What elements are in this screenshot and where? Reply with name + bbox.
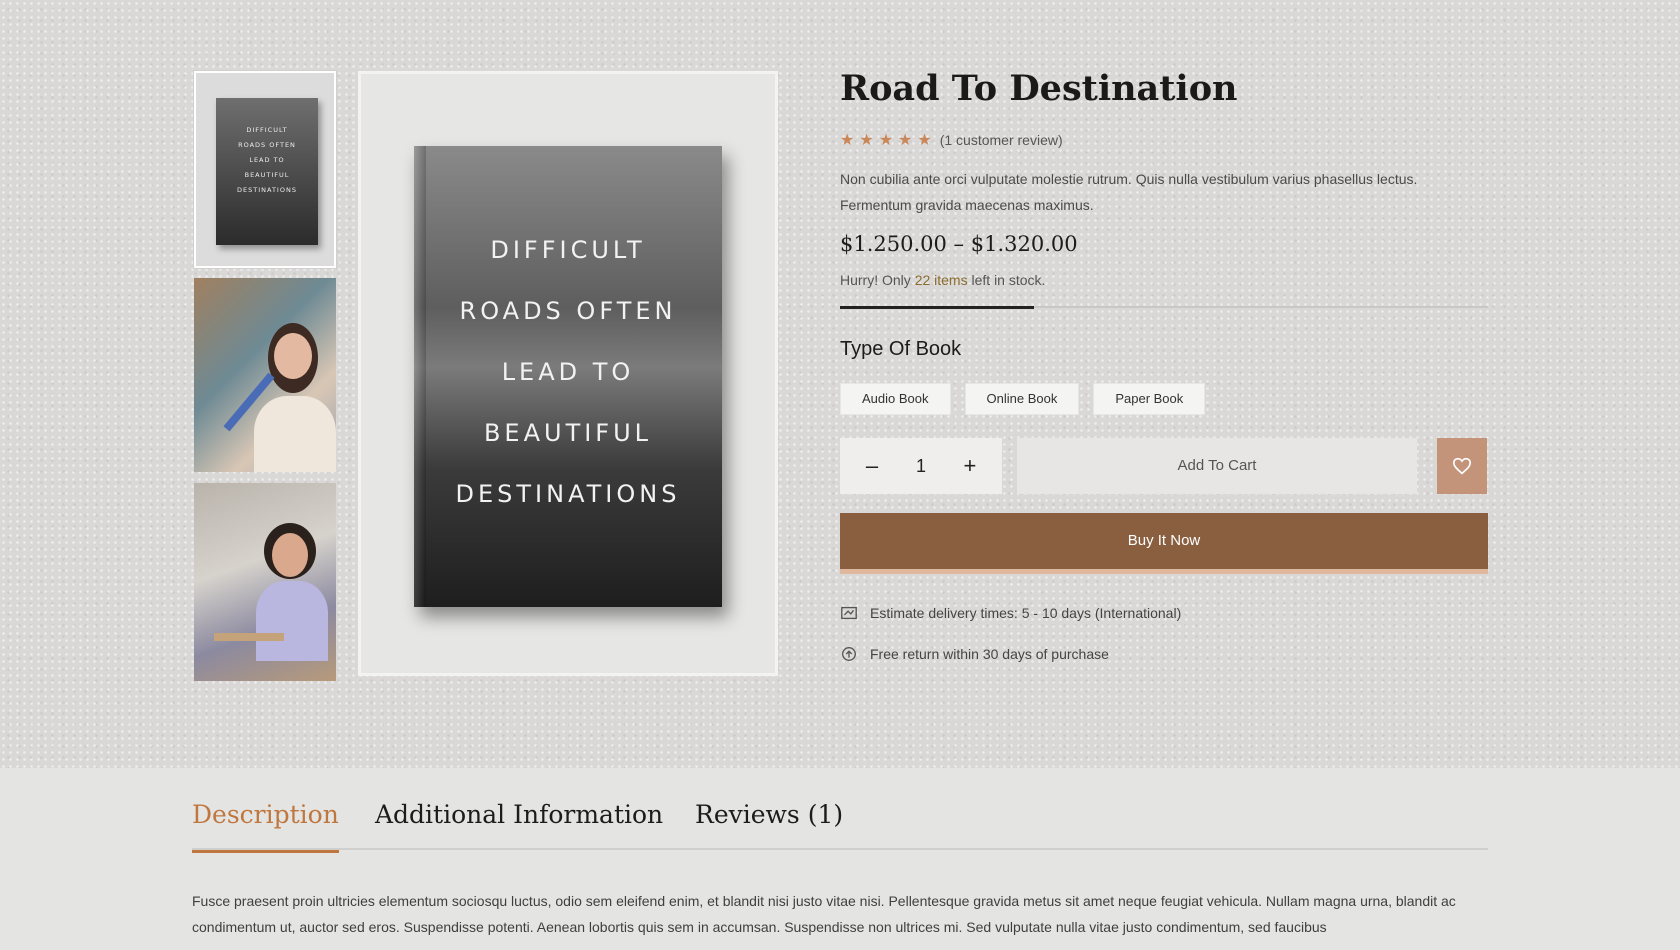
price-range: $1.250.00 – $1.320.00	[840, 232, 1078, 256]
review-count-link[interactable]: (1 customer review)	[940, 132, 1063, 148]
wishlist-button[interactable]	[1437, 438, 1487, 494]
star-icon: ★	[859, 132, 874, 149]
stock-progress-bar	[840, 306, 1488, 309]
product-summary: Non cubilia ante orci vulputate molestie…	[840, 171, 1418, 213]
stock-quantity: 22 items	[914, 272, 968, 288]
quantity-stepper: – 1 +	[840, 438, 1002, 494]
photo-face	[274, 333, 312, 379]
stock-message: Hurry! Only 22 items left in stock.	[840, 272, 1045, 288]
delivery-info: Estimate delivery times: 5 - 10 days (In…	[840, 604, 1181, 622]
heart-icon	[1452, 457, 1472, 475]
decrease-quantity-button[interactable]: –	[860, 453, 884, 479]
main-product-image[interactable]: DIFFICULT ROADS OFTEN LEAD TO BEAUTIFUL …	[358, 71, 778, 676]
product-title: Road To Destination	[840, 68, 1238, 109]
cover-line: LEAD TO	[501, 358, 635, 386]
cover-line: ROADS OFTEN	[459, 297, 677, 325]
description-text: Fusce praesent proin ultricies elementum…	[192, 893, 1456, 935]
return-info: Free return within 30 days of purchase	[840, 645, 1109, 663]
star-icon: ★	[840, 132, 855, 149]
delivery-icon	[841, 606, 857, 620]
mini-book-cover: DIFFICULT ROADS OFTEN LEAD TO BEAUTIFUL …	[216, 98, 318, 245]
thumbnail-book-cover[interactable]: DIFFICULT ROADS OFTEN LEAD TO BEAUTIFUL …	[193, 70, 337, 269]
tab-bar: Description Additional Information Revie…	[192, 790, 1488, 853]
mini-cover-line: ROADS OFTEN	[238, 141, 296, 149]
product-rating: ★ ★ ★ ★ ★ (1 customer review)	[840, 130, 1063, 150]
return-icon	[842, 647, 856, 661]
tab-description[interactable]: Description	[192, 790, 339, 853]
quantity-input[interactable]: 1	[916, 456, 926, 477]
cover-line: BEAUTIFUL	[483, 419, 653, 447]
add-to-cart-button[interactable]: Add To Cart	[1017, 438, 1417, 494]
product-tabs-section: Description Additional Information Revie…	[0, 768, 1680, 950]
thumbnail-woman-reading[interactable]	[194, 278, 336, 472]
photo-laptop	[214, 633, 284, 641]
tab-reviews[interactable]: Reviews (1)	[695, 790, 843, 850]
book-cover: DIFFICULT ROADS OFTEN LEAD TO BEAUTIFUL …	[414, 146, 722, 607]
increase-quantity-button[interactable]: +	[958, 453, 982, 479]
photo-face	[272, 533, 308, 577]
mini-cover-line: DESTINATIONS	[237, 186, 297, 194]
variant-audio-book[interactable]: Audio Book	[840, 383, 951, 415]
stock-progress-fill	[840, 306, 1035, 309]
stock-suffix: left in stock.	[971, 272, 1046, 288]
variant-paper-book[interactable]: Paper Book	[1093, 383, 1206, 415]
stock-prefix: Hurry! Only	[840, 272, 911, 288]
variant-options: Audio Book Online Book Paper Book	[840, 383, 1206, 415]
thumbnail-woman-laptop[interactable]	[194, 483, 336, 681]
buy-now-button[interactable]: Buy It Now	[840, 513, 1488, 569]
mini-cover-line: DIFFICULT	[246, 126, 288, 134]
mini-cover-line: BEAUTIFUL	[244, 171, 290, 179]
cover-line: DIFFICULT	[490, 236, 646, 264]
delivery-text: Estimate delivery times: 5 - 10 days (In…	[870, 605, 1182, 621]
star-icon: ★	[878, 132, 894, 149]
star-icon: ★	[898, 132, 913, 149]
variant-label: Type Of Book	[840, 338, 962, 360]
return-text: Free return within 30 days of purchase	[870, 646, 1109, 662]
mini-cover-line: LEAD TO	[249, 156, 285, 164]
photo-body	[256, 581, 328, 661]
star-icon: ★	[917, 132, 932, 149]
variant-online-book[interactable]: Online Book	[964, 383, 1080, 415]
tab-additional-information[interactable]: Additional Information	[375, 790, 663, 850]
cover-line: DESTINATIONS	[455, 480, 681, 508]
photo-body	[254, 396, 336, 472]
